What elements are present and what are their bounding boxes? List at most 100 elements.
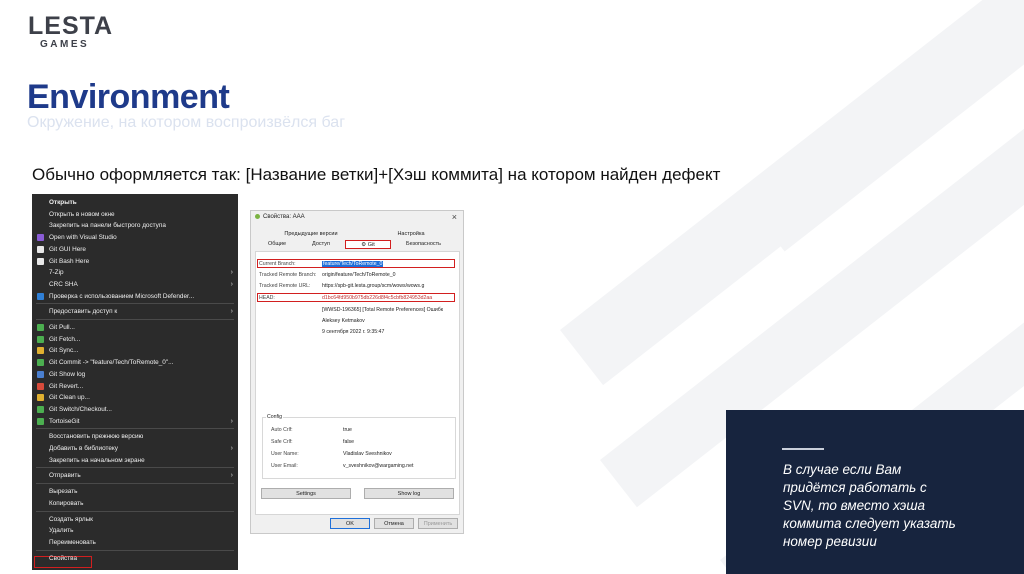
tab-sharing[interactable]: Доступ	[301, 240, 341, 249]
context-menu-item[interactable]: Git Clean up...	[32, 392, 238, 403]
current-branch-highlight-box	[257, 259, 455, 268]
context-menu-item[interactable]: Git Bash Here	[32, 256, 238, 267]
context-menu-item-label: Git Revert...	[49, 382, 84, 390]
context-menu-item-label: Добавить в библиотеку	[49, 445, 118, 452]
logo-text-lesta: LESTA	[28, 12, 114, 40]
context-menu-item-label: Создать ярлык	[49, 515, 93, 523]
context-menu-item-label: 7-Zip	[49, 269, 64, 277]
context-menu-item-label: Git Fetch...	[49, 335, 81, 343]
context-menu-item[interactable]: Открыть	[32, 197, 238, 208]
context-menu-item[interactable]: Закрепить на начальном экране	[32, 455, 238, 466]
context-menu-item[interactable]: Git Commit -> "feature/Tech/ToRemote_0".…	[32, 357, 238, 368]
context-menu-item[interactable]: Восстановить прежнюю версию	[32, 431, 238, 442]
lesta-games-logo: LESTA GAMES	[28, 14, 113, 51]
commit-date: 9 сентября 2022 г. 9:35:47	[322, 329, 385, 335]
menu-separator	[36, 549, 234, 551]
tab-customize[interactable]: Настройка	[371, 230, 451, 239]
context-menu-item-label: Закрепить на панели быстрого доступа	[49, 222, 166, 230]
tab-security[interactable]: Безопасность	[396, 240, 451, 249]
menu-separator	[36, 428, 234, 430]
close-icon[interactable]: ×	[452, 212, 457, 222]
field-value-tracked-branch: origin/feature/Tech/ToRemote_0	[322, 272, 396, 278]
config-value-safe-crlf: false	[343, 439, 354, 445]
context-menu-item-label: Git GUI Here	[49, 245, 86, 253]
dialog-title: Свойства: AAA	[263, 214, 305, 220]
commit-message: [WWSD-196365] [Total Remote Preferences]…	[322, 307, 443, 313]
menu-separator	[36, 319, 234, 320]
slide-title: Environment	[27, 78, 230, 116]
context-menu-item[interactable]: Git Switch/Checkout...	[32, 404, 238, 415]
git-commit-icon	[37, 359, 44, 367]
context-menu-item[interactable]: TortoiseGit ›	[32, 416, 238, 427]
context-menu-item-label: Вырезать	[49, 488, 78, 496]
context-menu-item[interactable]: Git Revert...	[32, 381, 238, 392]
chevron-right-icon: ›	[230, 280, 233, 288]
context-menu-item[interactable]: Отправить ›	[32, 470, 238, 481]
context-menu-item[interactable]: Открыть в новом окне	[32, 209, 238, 220]
config-value-user-email: v_sveshnikov@wargaming.net	[343, 463, 414, 469]
git-bash-icon	[37, 257, 44, 265]
chevron-right-icon: ›	[230, 445, 233, 452]
context-menu-item[interactable]: Создать ярлык	[32, 514, 238, 525]
git-switch-icon	[37, 405, 44, 413]
cancel-button[interactable]: Отмена	[374, 518, 414, 529]
context-menu-item[interactable]: Git Sync...	[32, 345, 238, 356]
context-menu-item-label: Git Switch/Checkout...	[49, 405, 112, 413]
context-menu-item-label: Git Pull...	[49, 324, 75, 331]
context-menu-item[interactable]: Git Fetch...	[32, 334, 238, 345]
field-key-tracked-branch: Tracked Remote Branch:	[259, 272, 317, 278]
settings-button[interactable]: Settings	[261, 488, 351, 499]
context-menu-item[interactable]: Переименовать	[32, 537, 238, 548]
context-menu-item[interactable]: Добавить в библиотеку ›	[32, 443, 238, 454]
context-menu-item-label: Проверка с использованием Microsoft Defe…	[49, 292, 195, 300]
ok-button[interactable]: OK	[330, 518, 370, 529]
context-menu-item-label: Закрепить на начальном экране	[49, 456, 145, 464]
tortoisegit-icon	[37, 417, 44, 425]
config-value-auto-crlf: true	[343, 427, 352, 433]
git-revert-icon	[37, 382, 44, 390]
context-menu-item-label: Открыть	[49, 199, 77, 206]
chevron-right-icon: ›	[230, 472, 233, 480]
context-menu-item-label: Открыть в новом окне	[49, 210, 115, 218]
context-menu-item[interactable]: Вырезать	[32, 486, 238, 497]
tab-previous-versions[interactable]: Предыдущие версии	[271, 230, 351, 239]
context-menu-item[interactable]: Свойства	[32, 553, 238, 564]
context-menu-item[interactable]: 7-Zip ›	[32, 267, 238, 278]
properties-dialog: Свойства: AAA × Предыдущие версии Настро…	[250, 210, 464, 534]
callout-divider	[782, 448, 824, 450]
apply-button[interactable]: Применить	[418, 518, 458, 529]
git-sync-icon	[37, 347, 44, 355]
menu-separator	[36, 483, 234, 485]
context-menu-item[interactable]: CRC SHA ›	[32, 279, 238, 290]
context-menu-item-label: CRC SHA	[49, 280, 78, 288]
explorer-context-menu: Открыть Открыть в новом окне Закрепить на …	[32, 194, 238, 570]
field-key-remote-url: Tracked Remote URL:	[259, 283, 311, 289]
context-menu-item-label: Отправить	[49, 472, 81, 480]
context-menu-item[interactable]: Git Show log	[32, 369, 238, 380]
context-menu-item[interactable]: Удалить	[32, 525, 238, 536]
context-menu-item-label: Open with Visual Studio	[49, 234, 117, 242]
context-menu-item[interactable]: Git Pull...	[32, 322, 238, 333]
head-highlight-box	[257, 293, 455, 302]
show-log-button[interactable]: Show log	[364, 488, 454, 499]
context-menu-item-label: Git Bash Here	[49, 257, 90, 265]
context-menu-item[interactable]: Копировать	[32, 498, 238, 509]
context-menu-item-label: Удалить	[49, 527, 74, 535]
context-menu-item[interactable]: Open with Visual Studio	[32, 232, 238, 243]
callout-panel: В случае если Вам придётся работать с SV…	[726, 410, 1024, 574]
tab-git[interactable]: ⚙ Git	[345, 240, 391, 249]
menu-separator	[36, 510, 234, 512]
context-menu-item[interactable]: Предоставить доступ к ›	[32, 306, 238, 317]
context-menu-item[interactable]: Проверка с использованием Microsoft Defe…	[32, 291, 238, 302]
git-fetch-icon	[37, 335, 44, 343]
visual-studio-icon	[37, 234, 44, 242]
tab-general[interactable]: Общие	[257, 240, 297, 249]
context-menu-item[interactable]: Git GUI Here	[32, 244, 238, 255]
context-menu-item[interactable]: Закрепить на панели быстрого доступа	[32, 220, 238, 231]
commit-author: Aleksey Ketmakov	[322, 318, 365, 324]
context-menu-item-label: Git Sync...	[49, 347, 79, 355]
git-log-icon	[37, 370, 44, 378]
context-menu-item-label: Копировать	[49, 499, 84, 507]
slide-subtitle: Окружение, на котором воспроизвёлся баг	[27, 114, 346, 131]
context-menu-item-label: Git Show log	[49, 370, 86, 378]
